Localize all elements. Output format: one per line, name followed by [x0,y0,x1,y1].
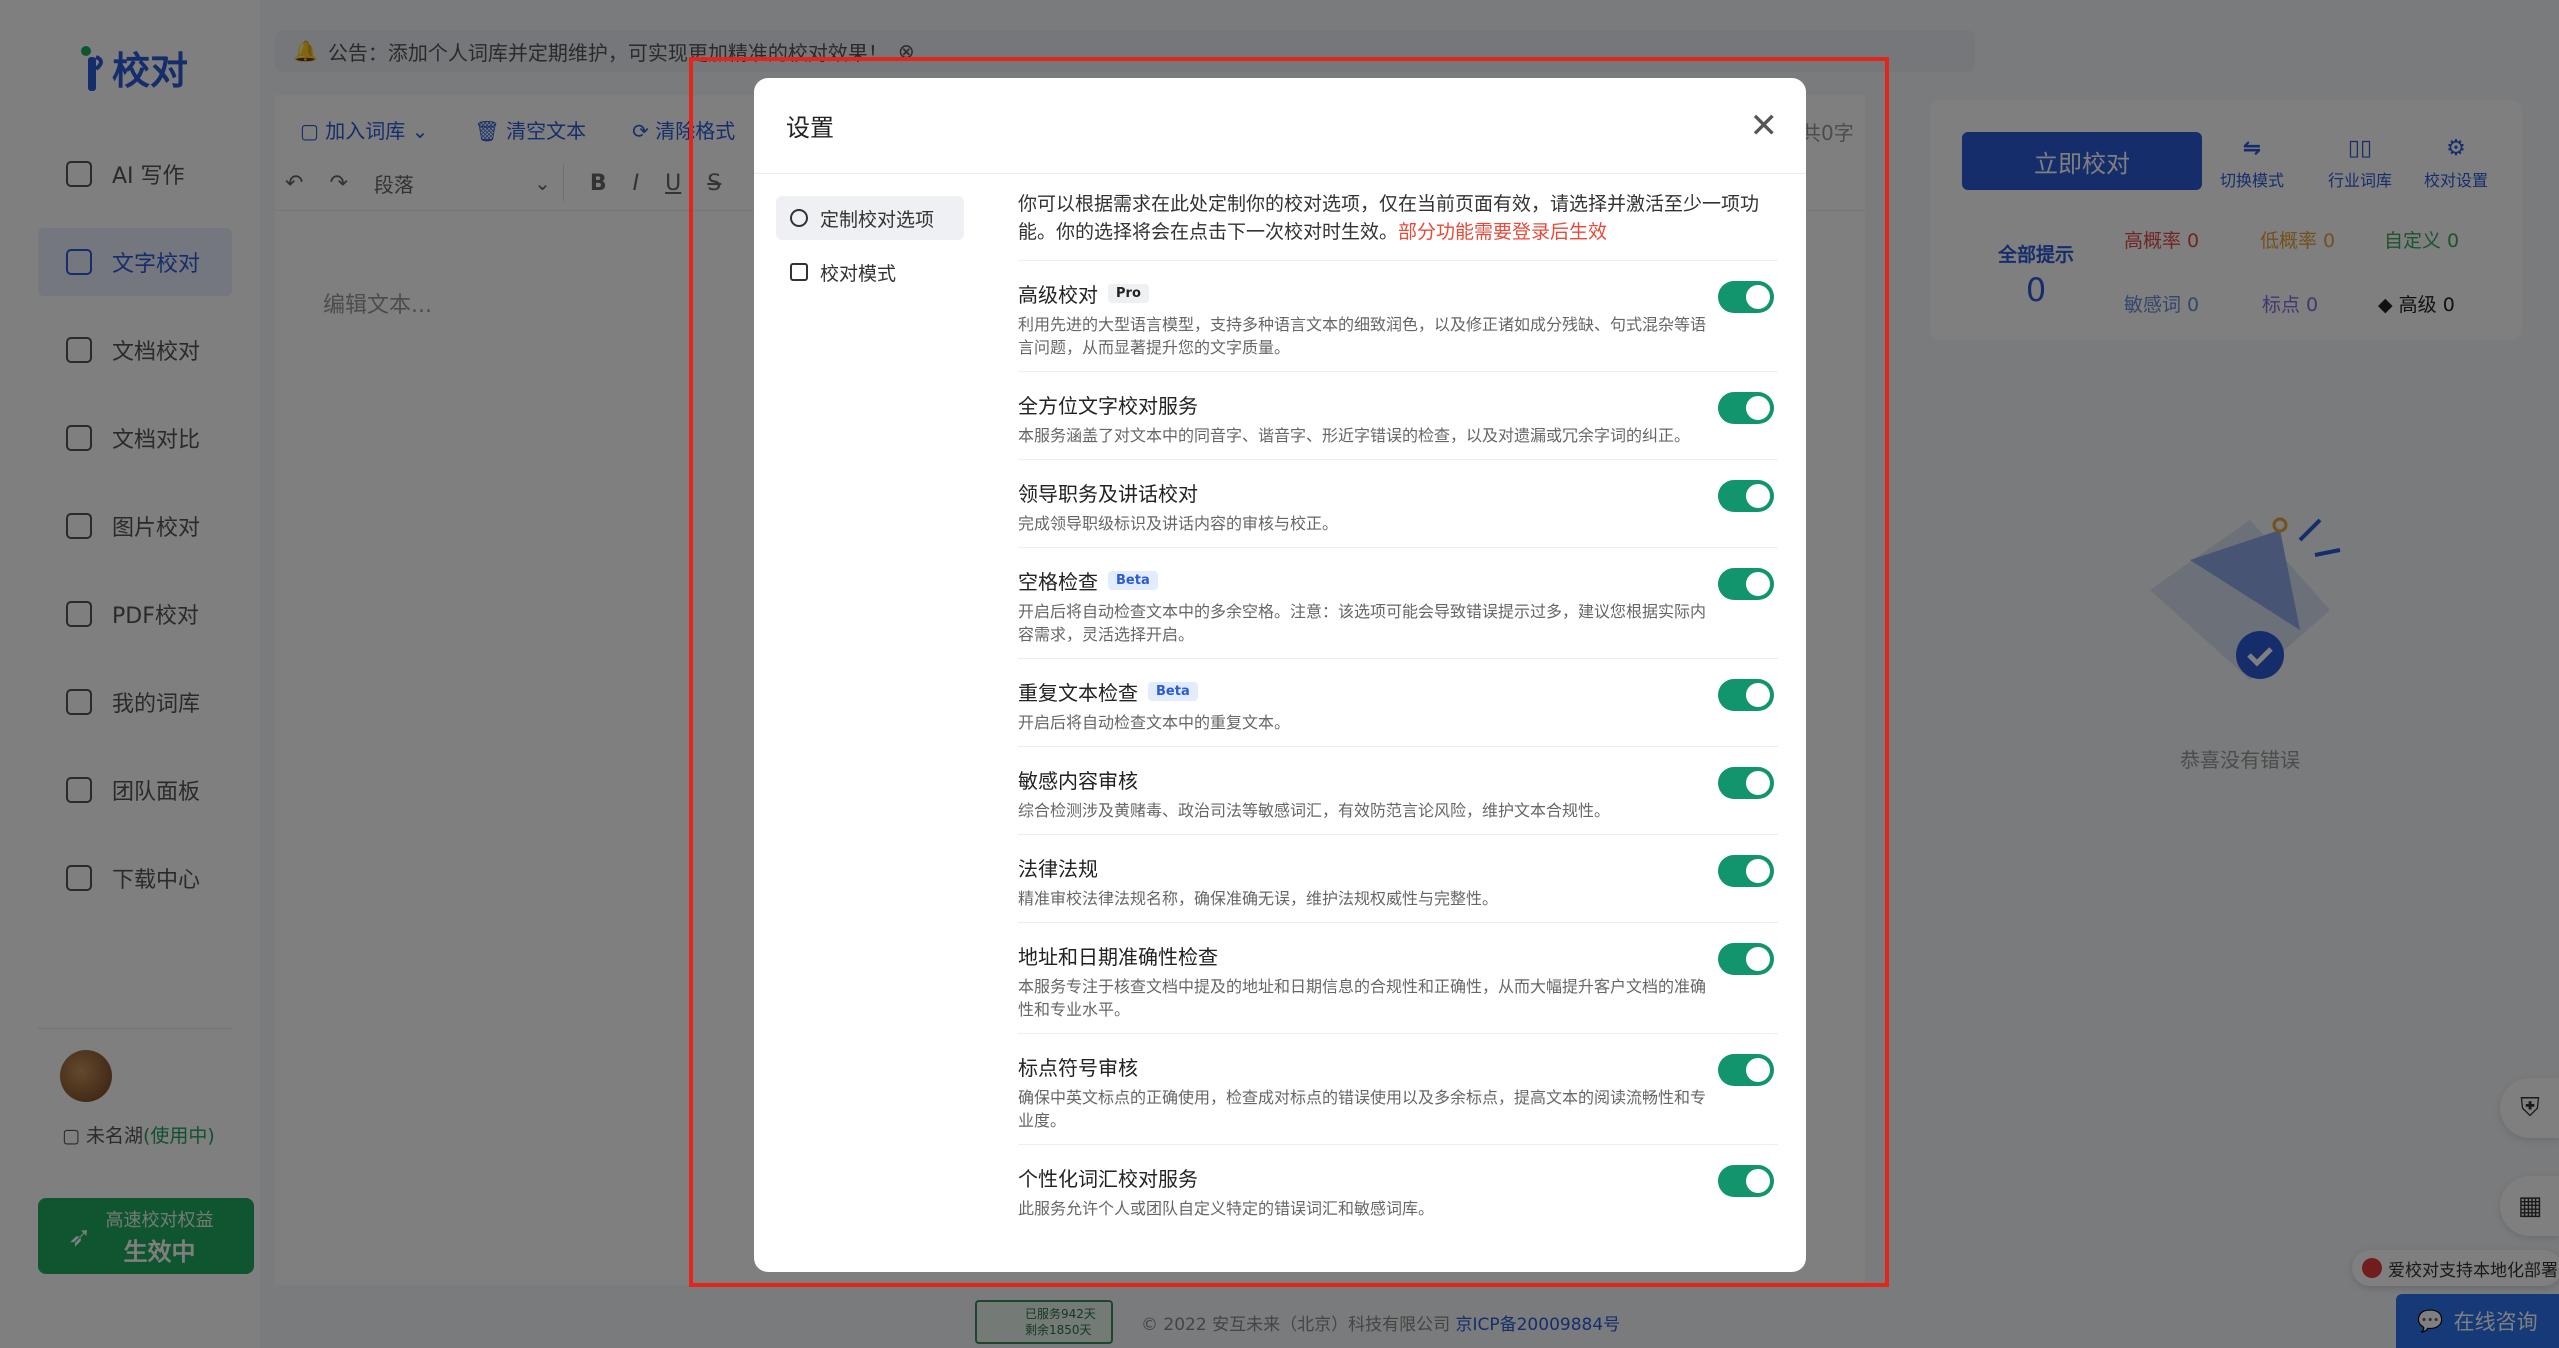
option-toggle[interactable] [1718,480,1774,512]
option-row: 全方位文字校对服务本服务涵盖了对文本中的同音字、谐音字、形近字错误的检查，以及对… [1018,372,1778,460]
intro-text: 你可以根据需求在此处定制你的校对选项，仅在当前页面有效，请选择并激活至少一项功能… [1018,193,1760,243]
option-row: 个性化词汇校对服务此服务允许个人或团队自定义特定的错误词汇和敏感词库。 [1018,1145,1778,1232]
option-row: 敏感内容审核综合检测涉及黄赌毒、政治司法等敏感词汇，有效防范言论风险，维护文本合… [1018,747,1778,835]
menu-item-custom-options[interactable]: 定制校对选项 [776,196,964,240]
intro-warning: 部分功能需要登录后生效 [1398,221,1608,243]
option-row: 地址和日期准确性检查本服务专注于核查文档中提及的地址和日期信息的合规性和正确性，… [1018,923,1778,1034]
option-row: 法律法规精准审校法律法规名称，确保准确无误，维护法规权威性与完整性。 [1018,835,1778,923]
dialog-title: 设置 [786,114,834,142]
option-title: 法律法规 [1018,856,1098,881]
option-title: 空格检查 [1018,569,1098,594]
option-desc: 本服务涵盖了对文本中的同音字、谐音字、形近字错误的检查，以及对遗漏或冗余字词的纠… [1018,426,1691,445]
option-desc: 精准审校法律法规名称，确保准确无误，维护法规权威性与完整性。 [1018,889,1499,908]
option-tag: Beta [1108,570,1158,590]
option-toggle[interactable] [1718,1165,1774,1197]
menu-item-proof-mode[interactable]: 校对模式 [776,250,964,294]
option-title: 地址和日期准确性检查 [1018,944,1218,969]
option-title-row: 地址和日期准确性检查 [1018,941,1778,969]
menu-item-label: 定制校对选项 [820,208,935,231]
close-icon[interactable]: ✕ [1750,109,1779,143]
option-title: 敏感内容审核 [1018,768,1138,793]
option-title-row: 重复文本检查 Beta [1018,677,1778,705]
option-desc: 综合检测涉及黄赌毒、政治司法等敏感词汇，有效防范言论风险，维护文本合规性。 [1018,801,1611,820]
option-title: 高级校对 [1018,282,1098,307]
option-title-row: 敏感内容审核 [1018,765,1778,793]
option-row: 空格检查 Beta 开启后将自动检查文本中的多余空格。注意：该选项可能会导致错误提示… [1018,548,1778,659]
option-row: 标点符号审核确保中英文标点的正确使用，检查成对标点的错误使用以及多余标点，提高文… [1018,1034,1778,1145]
gear-icon [790,209,808,227]
option-title-row: 法律法规 [1018,853,1778,881]
option-desc: 开启后将自动检查文本中的重复文本。 [1018,713,1291,732]
option-desc: 本服务专注于核查文档中提及的地址和日期信息的合规性和正确性，从而大幅提升客户文档… [1018,977,1707,1019]
option-desc: 开启后将自动检查文本中的多余空格。注意：该选项可能会导致错误提示过多，建议您根据… [1018,602,1707,644]
option-toggle[interactable] [1718,943,1774,975]
option-title: 个性化词汇校对服务 [1018,1166,1198,1191]
option-list: 高级校对 Pro 利用先进的大型语言模型，支持多种语言文本的细致润色，以及修正诸如成… [1018,261,1778,1232]
option-toggle[interactable] [1718,679,1774,711]
option-title-row: 领导职务及讲话校对 [1018,478,1778,506]
option-row: 领导职务及讲话校对完成领导职级标识及讲话内容的审核与校正。 [1018,460,1778,548]
option-title: 全方位文字校对服务 [1018,393,1198,418]
option-title-row: 全方位文字校对服务 [1018,390,1778,418]
option-toggle[interactable] [1718,855,1774,887]
option-title: 标点符号审核 [1018,1055,1138,1080]
option-title: 领导职务及讲话校对 [1018,481,1198,506]
mode-icon [790,263,808,281]
option-title-row: 空格检查 Beta [1018,566,1778,594]
option-desc: 利用先进的大型语言模型，支持多种语言文本的细致润色，以及修正诸如成分残缺、句式混… [1018,315,1707,357]
settings-menu: 定制校对选项 校对模式 [776,196,964,304]
option-desc: 确保中英文标点的正确使用，检查成对标点的错误使用以及多余标点，提高文本的阅读流畅… [1018,1088,1707,1130]
dialog-header: 设置 ✕ [754,78,1806,174]
settings-content: 你可以根据需求在此处定制你的校对选项，仅在当前页面有效，请选择并激活至少一项功能… [1018,190,1778,1232]
option-desc: 此服务允许个人或团队自定义特定的错误词汇和敏感词库。 [1018,1199,1435,1218]
settings-dialog: 设置 ✕ 定制校对选项 校对模式 你可以根据需求在此处定制你的校对选项，仅在当前… [754,78,1806,1272]
option-row: 重复文本检查 Beta 开启后将自动检查文本中的重复文本。 [1018,659,1778,747]
option-tag: Pro [1108,283,1149,303]
settings-intro: 你可以根据需求在此处定制你的校对选项，仅在当前页面有效，请选择并激活至少一项功能… [1018,190,1778,261]
option-toggle[interactable] [1718,281,1774,313]
option-title: 重复文本检查 [1018,680,1138,705]
option-row: 高级校对 Pro 利用先进的大型语言模型，支持多种语言文本的细致润色，以及修正诸如成… [1018,261,1778,372]
option-toggle[interactable] [1718,568,1774,600]
option-desc: 完成领导职级标识及讲话内容的审核与校正。 [1018,514,1339,533]
option-toggle[interactable] [1718,767,1774,799]
menu-item-label: 校对模式 [820,262,897,285]
option-toggle[interactable] [1718,1054,1774,1086]
option-title-row: 个性化词汇校对服务 [1018,1163,1778,1191]
option-title-row: 高级校对 Pro [1018,279,1778,307]
option-title-row: 标点符号审核 [1018,1052,1778,1080]
option-toggle[interactable] [1718,392,1774,424]
option-tag: Beta [1148,681,1198,701]
